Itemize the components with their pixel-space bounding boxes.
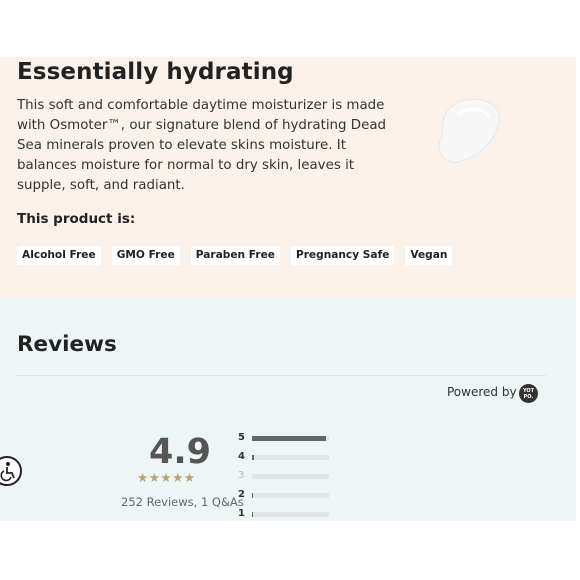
distribution-bar <box>252 512 253 517</box>
yotpo-logo[interactable]: YOT PO. <box>519 384 538 403</box>
distribution-track <box>252 493 329 498</box>
distribution-label: 3 <box>238 470 245 481</box>
distribution-row-2[interactable]: 2 <box>238 489 338 503</box>
distribution-label: 2 <box>238 489 245 500</box>
distribution-label: 4 <box>238 451 245 462</box>
attributes-heading: This product is: <box>17 211 136 227</box>
distribution-bar <box>252 455 255 460</box>
distribution-track <box>252 512 329 517</box>
average-rating: 4.9 <box>149 432 212 472</box>
distribution-label: 1 <box>238 508 245 519</box>
distribution-track <box>252 455 329 460</box>
distribution-row-3: 3 <box>238 470 338 484</box>
product-title: Essentially hydrating <box>17 59 294 85</box>
distribution-bar <box>252 436 326 441</box>
distribution-bar <box>252 493 253 498</box>
distribution-label: 5 <box>238 432 245 443</box>
product-tags: Alcohol Free GMO Free Paraben Free Pregn… <box>17 246 463 265</box>
tag-paraben-free: Paraben Free <box>190 246 280 265</box>
distribution-row-1[interactable]: 1 <box>238 508 338 522</box>
accessibility-icon <box>0 462 15 482</box>
product-description: This soft and comfortable daytime moistu… <box>17 98 387 193</box>
distribution-row-4[interactable]: 4 <box>238 451 338 465</box>
distribution-track <box>252 474 329 479</box>
tag-vegan: Vegan <box>405 246 453 265</box>
powered-by-label: Powered by <box>447 385 517 399</box>
tag-gmo-free: GMO Free <box>111 246 180 265</box>
tag-alcohol-free: Alcohol Free <box>17 246 101 265</box>
review-totals-link[interactable]: 252 Reviews, 1 Q&As <box>121 495 244 509</box>
tag-pregnancy-safe: Pregnancy Safe <box>290 246 395 265</box>
divider <box>16 375 546 376</box>
distribution-track <box>252 436 329 441</box>
rating-stars: ★★★★★ <box>137 470 196 485</box>
accessibility-button[interactable] <box>0 456 22 486</box>
reviews-title: Reviews <box>17 332 117 357</box>
distribution-row-5[interactable]: 5 <box>238 432 338 446</box>
cream-swatch-image <box>438 98 500 163</box>
